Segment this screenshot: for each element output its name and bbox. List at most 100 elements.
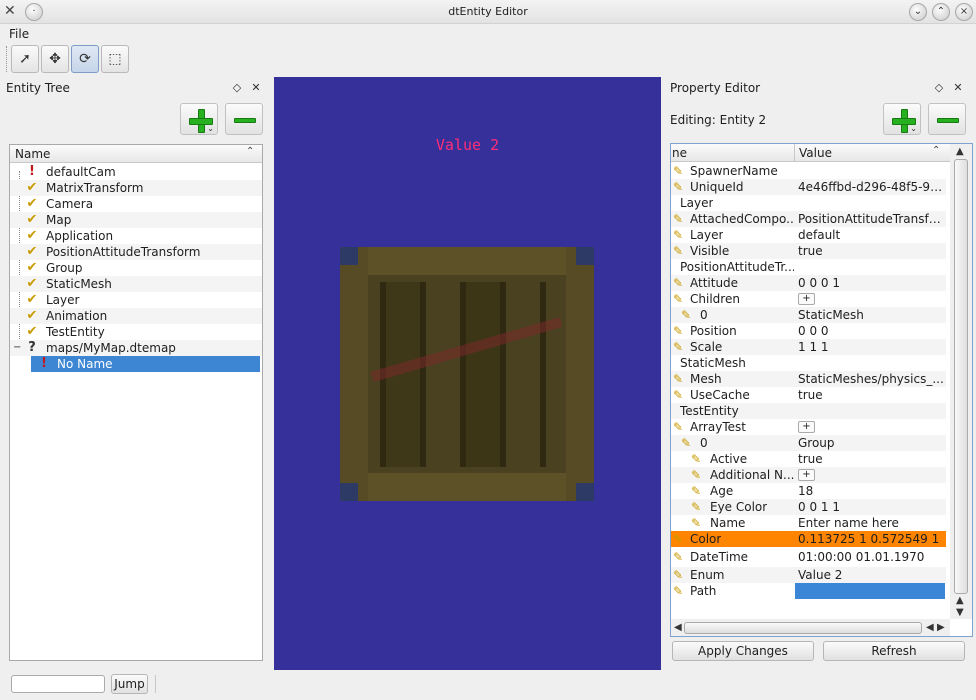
column-name-header[interactable]: ne [672, 146, 687, 160]
minus-icon [234, 118, 256, 123]
collapse-icon[interactable]: − [13, 342, 21, 353]
tree-item[interactable]: ✔ Animation [10, 308, 262, 324]
add-property-button[interactable]: ⌄ [883, 103, 921, 135]
check-icon: ✔ [26, 260, 38, 275]
edit-icon: ✎ [672, 568, 684, 582]
close-dock-icon[interactable]: ✕ [249, 81, 263, 95]
property-group-row[interactable]: TestEntity [671, 403, 946, 419]
scrollbar-thumb[interactable] [954, 159, 968, 594]
edit-icon: ✎ [672, 228, 684, 242]
tree-item[interactable]: ✔ StaticMesh [10, 276, 262, 292]
property-row[interactable]: ✎ Path [671, 583, 946, 599]
entity-tree[interactable]: Name ⌃ ! defaultCam ✔ MatrixTransform ✔ … [9, 144, 263, 661]
scene-viewport[interactable]: Value 2 [274, 77, 661, 670]
scroll-down-icon[interactable]: ▲ [956, 596, 964, 606]
property-row[interactable]: ✎ 0 StaticMesh [671, 307, 946, 323]
check-icon: ✔ [26, 228, 38, 243]
property-table[interactable]: ne Value ⌃ ✎ SpawnerName ✎ UniqueId 4e46… [670, 143, 973, 637]
property-row[interactable]: ✎ Name Enter name here [671, 515, 946, 531]
toolbar-handle[interactable] [6, 46, 9, 72]
apply-changes-button[interactable]: Apply Changes [672, 641, 814, 661]
add-child-button[interactable]: + [798, 293, 815, 305]
property-row[interactable]: ✎ DateTime 01:00:00 01.01.1970 [671, 549, 946, 565]
edit-icon: ✎ [672, 584, 684, 598]
scroll-up-icon[interactable]: ▲ [956, 147, 964, 157]
add-entity-button[interactable]: ⌄ [180, 103, 218, 135]
property-row[interactable]: ✎ Additional N... + [671, 467, 946, 483]
edit-icon: ✎ [672, 180, 684, 194]
refresh-button[interactable]: Refresh [823, 641, 965, 661]
editing-label: Editing: Entity 2 [670, 113, 767, 127]
close-dock-icon[interactable]: ✕ [951, 81, 965, 95]
scale-tool-button[interactable]: ⬚ [101, 45, 129, 73]
float-dock-icon[interactable]: ◇ [230, 81, 244, 95]
rotate-icon: ⟳ [79, 51, 91, 67]
close-icon[interactable]: × [955, 3, 973, 21]
property-row[interactable]: ✎ Active true [671, 451, 946, 467]
property-row[interactable]: ✎ Age 18 [671, 483, 946, 499]
property-row[interactable]: ✎ Position 0 0 0 [671, 323, 946, 339]
tree-item[interactable]: ✔ Application [10, 228, 262, 244]
property-row[interactable]: ✎ Scale 1 1 1 [671, 339, 946, 355]
column-value-header[interactable]: Value [799, 146, 832, 160]
scrollbar-thumb[interactable] [684, 622, 922, 634]
property-row[interactable]: ✎ UseCache true [671, 387, 946, 403]
tree-item[interactable]: ✔ Map [10, 212, 262, 228]
remove-entity-button[interactable] [225, 103, 263, 135]
tree-item[interactable]: ✔ Group [10, 260, 262, 276]
edit-icon: ✎ [672, 164, 684, 178]
float-dock-icon[interactable]: ◇ [932, 81, 946, 95]
check-icon: ✔ [26, 324, 38, 339]
menu-file[interactable]: File [9, 27, 29, 41]
tree-item[interactable]: ! defaultCam [10, 164, 262, 180]
property-group-row[interactable]: StaticMesh [671, 355, 946, 371]
tree-item[interactable]: ✔ PositionAttitudeTransform [10, 244, 262, 260]
column-name-header[interactable]: Name [15, 147, 50, 161]
property-row[interactable]: ✎ Visible true [671, 243, 946, 259]
warning-icon: ! [29, 164, 35, 179]
property-row[interactable]: ✎ Enum Value 2 [671, 567, 946, 583]
add-array-item-button[interactable]: + [798, 421, 815, 433]
tree-item[interactable]: ✔ TestEntity [10, 324, 262, 340]
tree-item[interactable]: − ? maps/MyMap.dtemap [10, 340, 262, 356]
jump-button[interactable]: Jump [111, 674, 148, 694]
minimize-icon[interactable]: ⌄ [909, 3, 927, 21]
vertical-scrollbar[interactable]: ▲ ▲ ▼ [950, 144, 972, 619]
property-row-highlighted[interactable]: ✎ Color 0.113725 1 0.572549 1 [671, 531, 946, 547]
tree-item-selected[interactable]: ! No Name [31, 356, 260, 372]
property-row[interactable]: ✎ SpawnerName [671, 163, 946, 179]
select-tool-button[interactable]: ➚ [11, 45, 39, 73]
property-row[interactable]: ✎ UniqueId 4e46ffbd-d296-48f5-98... [671, 179, 946, 195]
scroll-left-icon[interactable]: ◀ [926, 623, 934, 633]
edit-icon: ✎ [672, 550, 684, 564]
property-group-row[interactable]: PositionAttitudeTr... [671, 259, 946, 275]
title-bar: ✕ · dtEntity Editor ⌄ ⌃ × [0, 0, 976, 24]
scroll-down-icon[interactable]: ▼ [956, 608, 964, 618]
tree-item[interactable]: ✔ Layer [10, 292, 262, 308]
crate-object [340, 247, 594, 501]
tree-item[interactable]: ✔ Camera [10, 196, 262, 212]
property-row[interactable]: ✎ Eye Color 0 0 1 1 [671, 499, 946, 515]
check-icon: ✔ [26, 180, 38, 195]
edit-icon: ✎ [680, 436, 692, 450]
property-row[interactable]: ✎ Layer default [671, 227, 946, 243]
property-row[interactable]: ✎ ArrayTest + [671, 419, 946, 435]
property-row[interactable]: ✎ Children + [671, 291, 946, 307]
property-group-row[interactable]: Layer [671, 195, 946, 211]
scroll-right-icon[interactable]: ▶ [937, 623, 945, 633]
scroll-left-icon[interactable]: ◀ [674, 623, 682, 633]
maximize-icon[interactable]: ⌃ [932, 3, 950, 21]
add-item-button[interactable]: + [798, 469, 815, 481]
property-row[interactable]: ✎ AttachedCompo... PositionAttitudeTrans… [671, 211, 946, 227]
jump-input[interactable] [11, 675, 105, 693]
horizontal-scrollbar[interactable]: ◀ ◀ ▶ [671, 619, 950, 636]
tree-item[interactable]: ✔ MatrixTransform [10, 180, 262, 196]
move-tool-button[interactable]: ✥ [41, 45, 69, 73]
edit-icon: ✎ [672, 340, 684, 354]
property-row[interactable]: ✎ Attitude 0 0 0 1 [671, 275, 946, 291]
path-input[interactable] [795, 583, 945, 599]
property-row[interactable]: ✎ Mesh StaticMeshes/physics_... [671, 371, 946, 387]
rotate-tool-button[interactable]: ⟳ [71, 45, 99, 73]
property-row[interactable]: ✎ 0 Group [671, 435, 946, 451]
remove-property-button[interactable] [928, 103, 966, 135]
